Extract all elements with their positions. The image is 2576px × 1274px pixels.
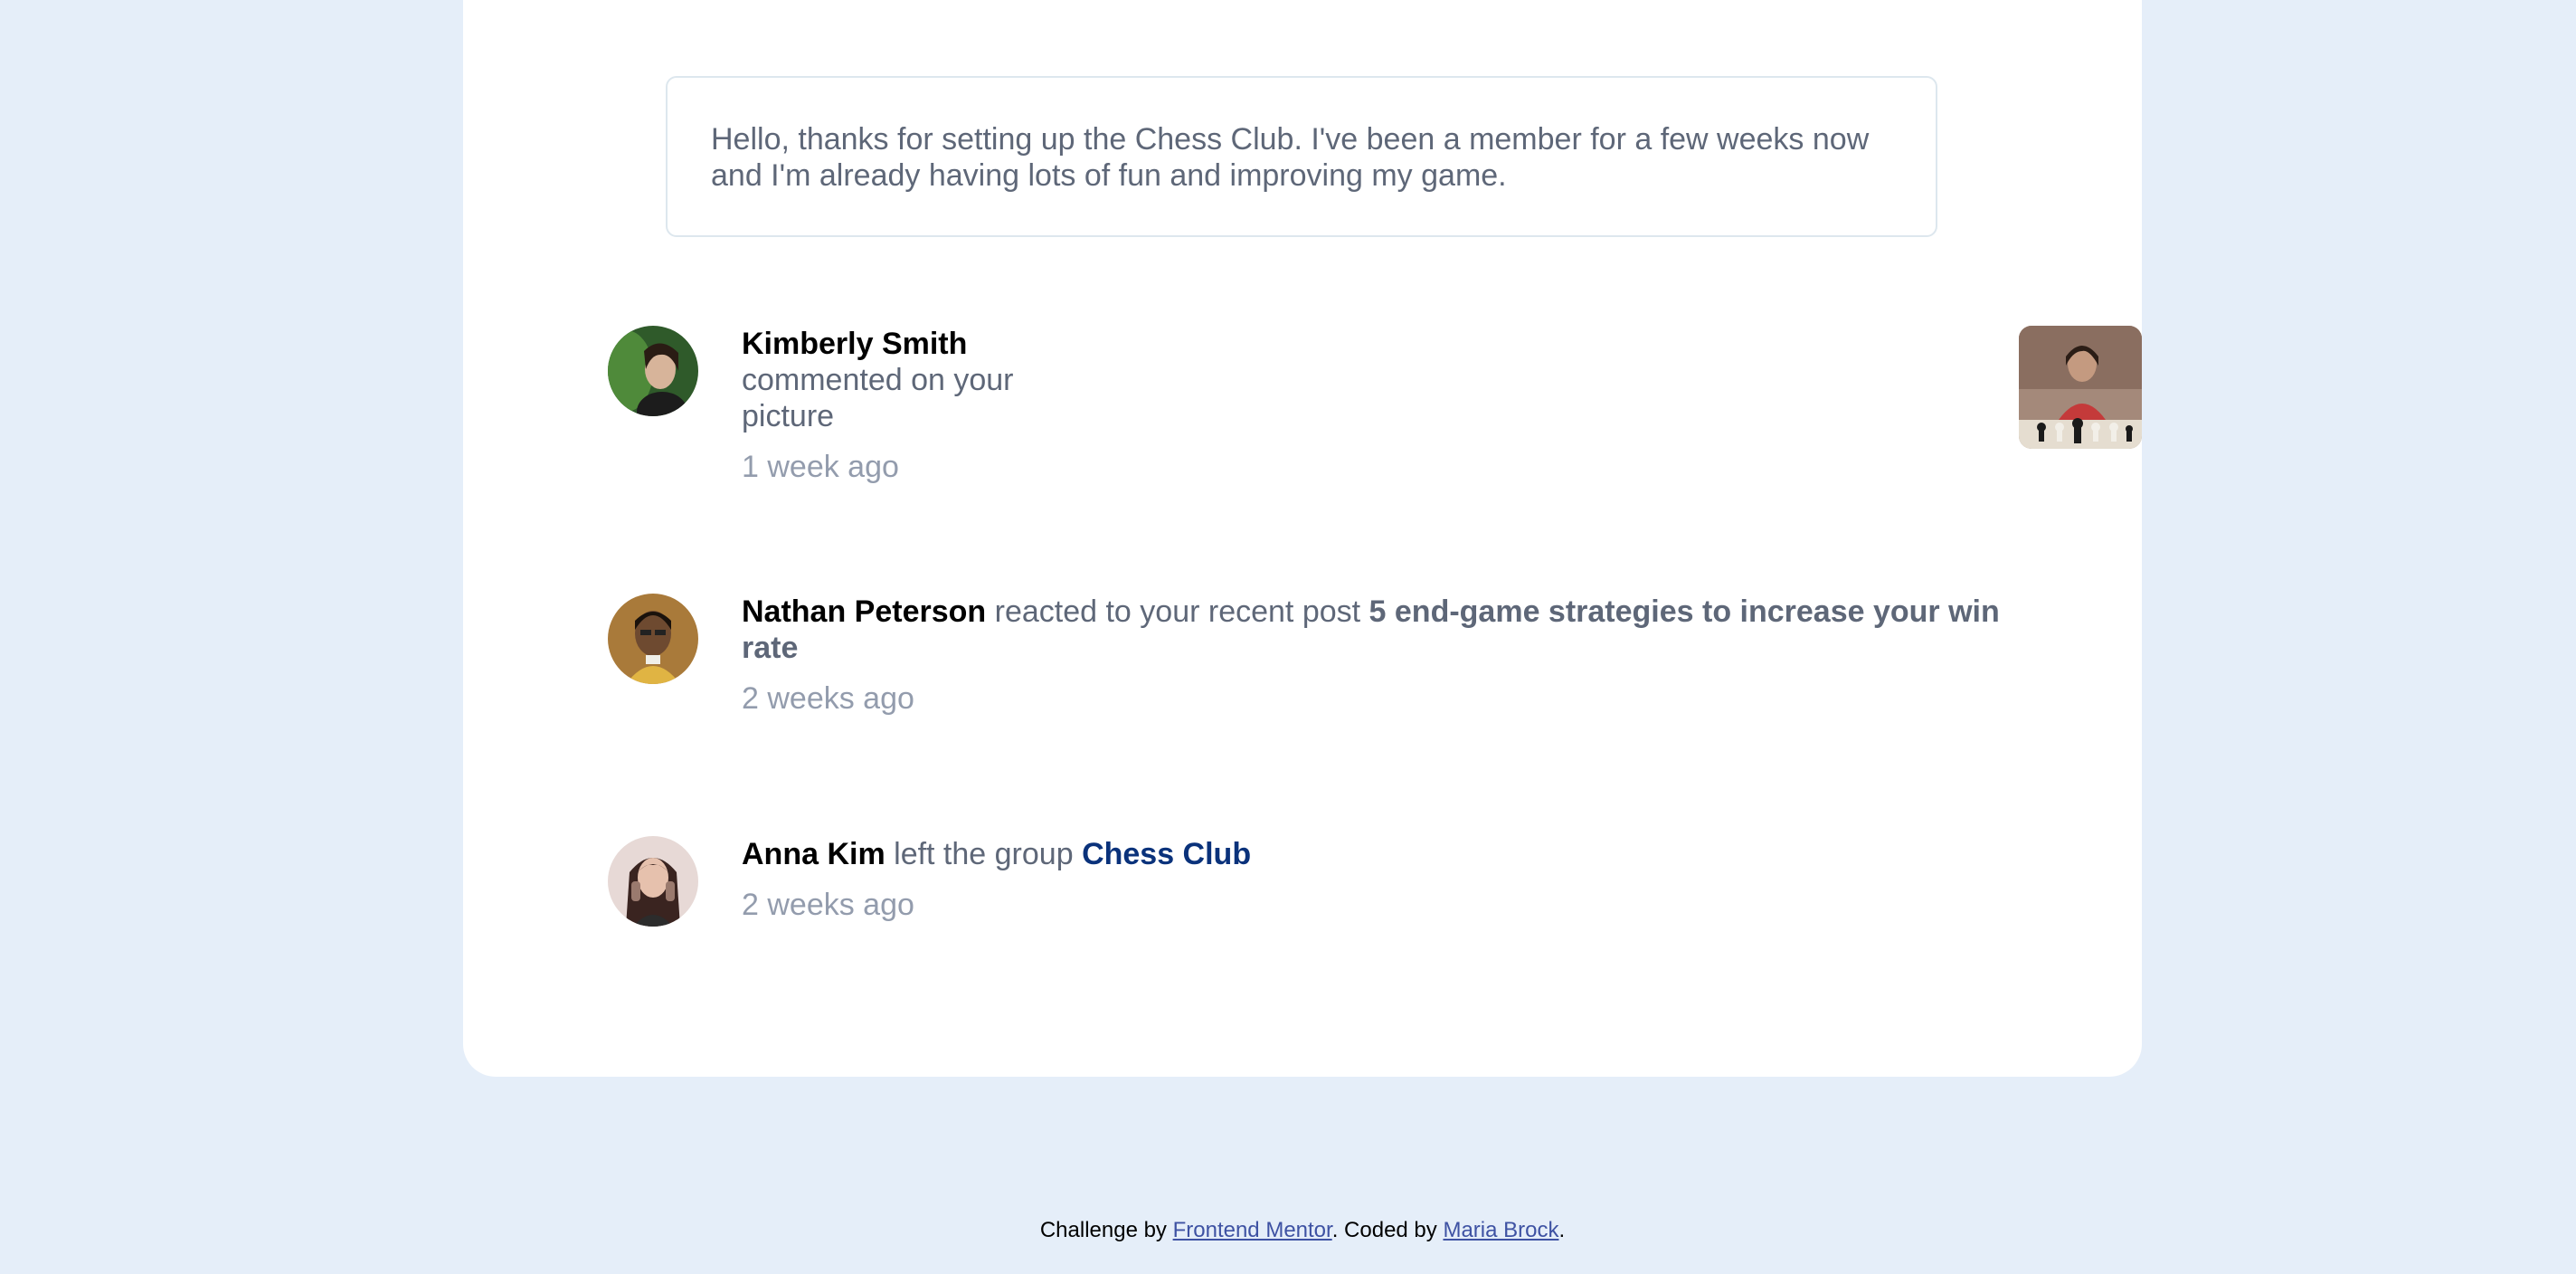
notification-time: 2 weeks ago [742, 888, 914, 922]
notification-item[interactable]: Nathan Peterson reacted to your recent p… [608, 594, 2055, 716]
private-message-text: Hello, thanks for setting up the Chess C… [711, 122, 1870, 193]
notification-post-link[interactable]: 5 end-game strategies to increase your w… [1369, 594, 2000, 629]
notification-user-name[interactable]: Kimberly Smith [742, 327, 967, 361]
notification-time: 2 weeks ago [742, 681, 914, 716]
private-message-preview[interactable]: Hello, thanks for setting up the Chess C… [666, 76, 1937, 237]
avatar-nathan-peterson [608, 594, 698, 684]
attribution-middle: . Coded by [1331, 1218, 1444, 1242]
notification-time: 1 week ago [742, 450, 899, 484]
notification-action-text: picture [742, 399, 835, 433]
notifications-card: Hello, thanks for setting up the Chess C… [463, 0, 2142, 1077]
avatar-kimberly-smith [608, 326, 698, 416]
notification-action-text: left the group [885, 837, 1083, 871]
notification-content: Anna Kim left the group Chess Club 2 wee… [742, 836, 1251, 923]
attribution-footer: Challenge by Frontend Mentor. Coded by M… [0, 1218, 2576, 1243]
notification-action-text: commented on your [742, 363, 1014, 397]
author-link[interactable]: Maria Brock [1443, 1218, 1558, 1242]
notification-post-link[interactable]: rate [742, 631, 798, 665]
chess-picture-thumbnail[interactable] [2019, 326, 2142, 449]
notification-content: Nathan Peterson reacted to your recent p… [742, 594, 2062, 717]
notification-content: Kimberly Smith commented on your picture… [742, 326, 1014, 485]
notification-action-text: reacted to your recent post [986, 594, 1369, 629]
notification-item[interactable]: Kimberly Smith commented on your picture… [608, 326, 2142, 484]
notification-user-name[interactable]: Nathan Peterson [742, 594, 986, 629]
notification-item[interactable]: Anna Kim left the group Chess Club 2 wee… [608, 836, 2055, 927]
frontend-mentor-link[interactable]: Frontend Mentor [1173, 1218, 1332, 1242]
notification-group-link[interactable]: Chess Club [1082, 837, 1251, 871]
attribution-suffix: . [1558, 1218, 1566, 1242]
attribution-prefix: Challenge by [1039, 1218, 1173, 1242]
avatar-anna-kim [608, 836, 698, 927]
notification-user-name[interactable]: Anna Kim [742, 837, 886, 871]
